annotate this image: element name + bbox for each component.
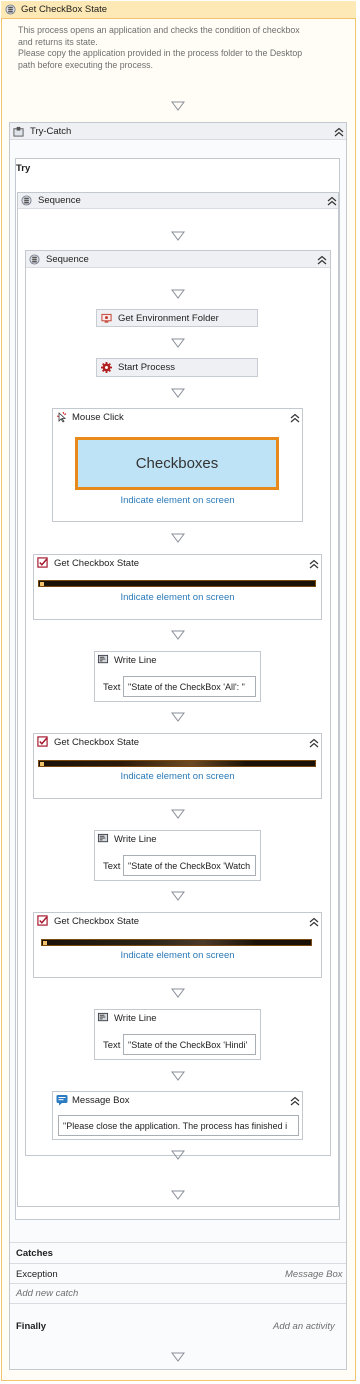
try-catch-icon [13, 126, 24, 137]
sequence-icon [21, 195, 32, 206]
drop-arrow-icon[interactable] [171, 1352, 185, 1365]
drop-arrow-icon[interactable] [171, 1150, 185, 1163]
target-element-screenshot[interactable] [38, 580, 316, 587]
text-label: Text [103, 682, 121, 693]
root-title: Get CheckBox State [21, 4, 108, 15]
text-input[interactable]: "State of the CheckBox 'Hindi' [123, 1034, 256, 1055]
drop-arrow-icon[interactable] [171, 712, 185, 725]
drop-arrow-icon[interactable] [171, 1190, 185, 1203]
indicate-element-link[interactable]: Indicate element on screen [33, 771, 322, 782]
write-line-title: Write Line [114, 1013, 157, 1024]
drop-arrow-icon[interactable] [171, 809, 185, 822]
add-new-catch-link[interactable]: Add new catch [16, 1288, 78, 1299]
catches-label: Catches [16, 1248, 53, 1259]
get-checkbox-state-title: Get Checkbox State [54, 916, 140, 927]
indicate-element-link[interactable]: Indicate element on screen [33, 592, 322, 603]
message-box-title: Message Box [72, 1095, 130, 1106]
mouse-click-title: Mouse Click [72, 412, 124, 423]
message-box-icon [56, 1094, 68, 1106]
try-label: Try [16, 163, 31, 174]
drop-arrow-icon[interactable] [171, 533, 185, 546]
chevron-up-icon[interactable] [308, 559, 320, 569]
chevron-up-icon[interactable] [316, 255, 328, 265]
preview-text: Checkboxes [135, 455, 219, 472]
start-process-label: Start Process [118, 362, 176, 373]
write-line-icon [97, 654, 109, 665]
divider [10, 1303, 346, 1304]
chevron-up-icon[interactable] [326, 196, 338, 206]
add-activity-link[interactable]: Add an activity [273, 1321, 335, 1332]
drop-arrow-icon[interactable] [171, 630, 185, 643]
drop-arrow-icon[interactable] [171, 891, 185, 904]
environment-folder-icon [101, 313, 112, 324]
drop-arrow-icon[interactable] [171, 1071, 185, 1084]
text-label: Text [103, 1040, 121, 1051]
message-text-input[interactable]: "Please close the application. The proce… [58, 1115, 299, 1136]
checkbox-icon [37, 736, 48, 747]
write-line-icon [97, 833, 109, 844]
description-line: This process opens an application and ch… [18, 25, 300, 35]
root-description: This process opens an application and ch… [18, 25, 338, 71]
chevron-up-icon[interactable] [333, 127, 345, 137]
get-checkbox-state-title: Get Checkbox State [54, 558, 140, 569]
write-line-title: Write Line [114, 655, 157, 666]
drop-arrow-icon[interactable] [171, 231, 185, 244]
text-label: Text [103, 861, 121, 872]
target-element-screenshot[interactable] [41, 939, 312, 946]
description-line: path before executing the process. [18, 59, 153, 70]
try-catch-title: Try-Catch [30, 126, 72, 137]
drop-arrow-icon[interactable] [171, 388, 185, 401]
get-checkbox-state-title: Get Checkbox State [54, 737, 140, 748]
divider [10, 1263, 346, 1264]
finally-label: Finally [16, 1321, 47, 1332]
chevron-up-icon[interactable] [308, 917, 320, 927]
drop-arrow-icon[interactable] [171, 988, 185, 1001]
sequence-outer-title: Sequence [38, 195, 81, 206]
write-line-title: Write Line [114, 834, 157, 845]
sequence-icon [29, 254, 40, 265]
divider [10, 1283, 346, 1284]
exception-type[interactable]: Exception [16, 1269, 58, 1280]
text-input[interactable]: "State of the CheckBox 'All': " [123, 676, 256, 697]
text-input[interactable]: "State of the CheckBox 'Watch [123, 855, 256, 876]
target-element-preview[interactable]: Checkboxes [75, 437, 279, 490]
gear-icon [101, 362, 112, 373]
drop-arrow-icon[interactable] [171, 101, 185, 114]
sequence-inner-title: Sequence [46, 254, 89, 265]
description-line: and returns its state. [18, 36, 98, 47]
chevron-up-icon[interactable] [289, 1096, 301, 1106]
checkbox-icon [37, 915, 48, 926]
write-line-icon [97, 1012, 109, 1023]
drop-arrow-icon[interactable] [171, 289, 185, 302]
checkbox-icon [37, 557, 48, 568]
get-environment-folder-label: Get Environment Folder [118, 313, 219, 324]
drop-arrow-icon[interactable] [171, 338, 185, 351]
indicate-element-link[interactable]: Indicate element on screen [33, 950, 322, 961]
chevron-up-icon[interactable] [308, 738, 320, 748]
exception-handler[interactable]: Message Box [285, 1269, 343, 1280]
sequence-icon [5, 4, 16, 15]
mouse-click-icon [56, 411, 68, 423]
chevron-up-icon[interactable] [289, 413, 301, 423]
indicate-element-link[interactable]: Indicate element on screen [52, 495, 303, 506]
description-line: Please copy the application provided in … [18, 48, 303, 58]
divider [10, 1242, 346, 1243]
target-element-screenshot[interactable] [38, 760, 316, 767]
